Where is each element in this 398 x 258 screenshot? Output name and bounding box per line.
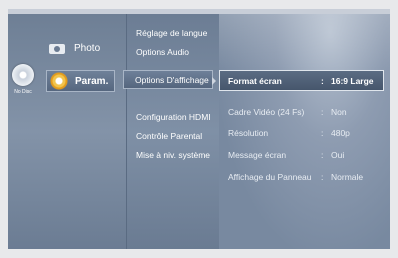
option-name: Résolution <box>228 128 269 138</box>
submenu-arrow-icon <box>212 77 216 85</box>
category-label: Param. <box>75 75 109 87</box>
option-panel-display[interactable]: Affichage du Panneau : Normale <box>228 172 384 184</box>
submenu-item-label: Options D'affichage <box>135 75 209 85</box>
category-settings[interactable]: Param. <box>46 70 115 92</box>
option-value: 16:9 Large <box>331 76 374 86</box>
option-separator: : <box>321 172 324 182</box>
option-separator: : <box>321 128 324 138</box>
option-video-frame[interactable]: Cadre Vidéo (24 Fs) : Non <box>228 107 384 119</box>
submenu-item-display[interactable]: Options D'affichage <box>123 70 216 89</box>
option-screen-message[interactable]: Message écran : Oui <box>228 150 384 162</box>
option-value: Normale <box>331 172 364 182</box>
option-resolution[interactable]: Résolution : 480p <box>228 128 384 140</box>
gear-icon <box>47 72 69 90</box>
photo-icon <box>46 41 68 55</box>
option-name: Format écran <box>228 76 282 86</box>
submenu-item-parental[interactable]: Contrôle Parental <box>136 131 202 141</box>
option-separator: : <box>321 150 324 160</box>
option-value: Oui <box>331 150 345 160</box>
option-name: Cadre Vidéo (24 Fs) <box>228 107 305 117</box>
option-screen-format[interactable]: Format écran : 16:9 Large <box>228 76 384 88</box>
submenu-item-language[interactable]: Réglage de langue <box>136 28 207 38</box>
submenu-item-audio[interactable]: Options Audio <box>136 47 189 57</box>
submenu-item-update[interactable]: Mise à niv. système <box>136 150 210 160</box>
option-name: Message écran <box>228 150 287 160</box>
option-value: 480p <box>331 128 350 138</box>
no-disc-label: No Disc <box>14 89 32 95</box>
submenu-item-hdmi[interactable]: Configuration HDMI <box>136 112 211 122</box>
no-disc-indicator: No Disc <box>10 64 36 100</box>
option-value: Non <box>331 107 347 117</box>
category-label: Photo <box>74 42 101 54</box>
category-photo[interactable]: Photo <box>46 37 115 59</box>
option-separator: : <box>321 107 324 117</box>
option-separator: : <box>321 76 324 86</box>
disc-icon <box>12 64 34 86</box>
option-name: Affichage du Panneau <box>228 172 312 182</box>
